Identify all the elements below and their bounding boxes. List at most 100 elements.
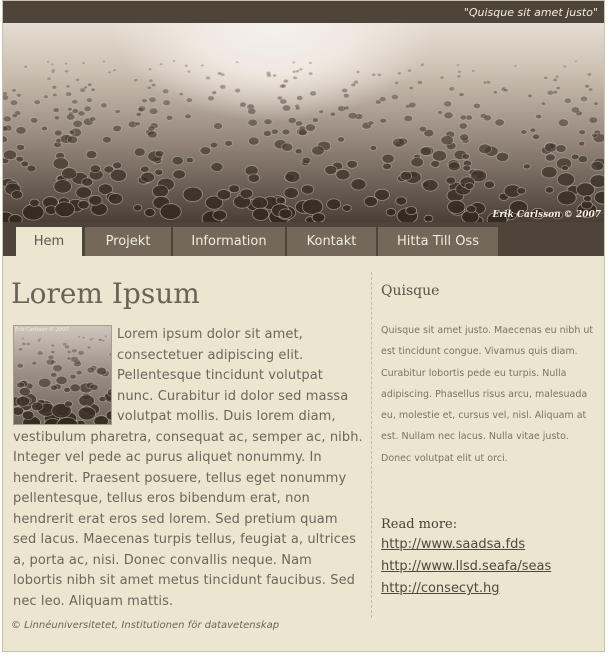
bubble	[342, 92, 350, 99]
bubble	[300, 184, 315, 195]
footer-copyright: © Linnéuniversitetet, Institutionen för …	[11, 620, 280, 631]
bubble	[33, 99, 41, 106]
bubble	[471, 69, 476, 73]
page-title: Lorem Ipsum	[11, 277, 200, 310]
bubble	[329, 111, 337, 117]
bubble	[447, 161, 461, 172]
sidebar-text: Quisque sit amet justo. Maecenas eu nibh…	[381, 325, 594, 464]
bubble	[443, 100, 453, 108]
bubble	[466, 204, 477, 213]
bubble	[341, 204, 352, 212]
tab-hem[interactable]: Hem	[16, 227, 82, 256]
bubble	[148, 78, 154, 83]
top-bar: "Quisque sit amet justo"	[3, 1, 604, 23]
bubble	[335, 168, 351, 181]
bubble	[341, 87, 349, 94]
bubble	[579, 95, 589, 103]
bubble	[3, 149, 17, 161]
bubble	[101, 60, 106, 64]
bubble	[577, 155, 589, 164]
bubble	[392, 137, 406, 148]
bubble	[161, 88, 170, 95]
bubble	[291, 60, 296, 65]
bubble	[326, 198, 342, 210]
bubble	[301, 198, 324, 215]
bubble	[529, 127, 537, 133]
bubble	[419, 146, 433, 156]
link-llsd[interactable]: http://www.llsd.seafa/seas	[381, 559, 551, 574]
bubble	[482, 114, 492, 122]
bubble	[83, 105, 92, 112]
bubble	[9, 99, 19, 106]
bubble	[15, 126, 27, 135]
bubble	[371, 72, 377, 77]
link-consecyt[interactable]: http://consecyt.hg	[381, 581, 500, 596]
bubble	[464, 182, 475, 190]
bubble	[89, 116, 97, 122]
bubble	[85, 150, 98, 160]
bubble	[399, 171, 413, 181]
bubble	[309, 90, 317, 97]
bubble	[144, 208, 156, 217]
bubble	[577, 141, 586, 147]
column-divider	[371, 272, 372, 618]
bubble	[247, 107, 257, 115]
bubble	[561, 165, 569, 172]
bubble	[102, 135, 112, 144]
bubble	[410, 156, 425, 168]
bubble	[171, 155, 184, 166]
bubble	[53, 129, 63, 137]
bubble	[296, 95, 304, 101]
tab-information[interactable]: Information	[173, 227, 285, 256]
bubble	[350, 82, 357, 88]
bubble	[343, 105, 350, 111]
bubble	[3, 125, 9, 132]
bubble	[591, 132, 598, 139]
bubble	[53, 179, 73, 194]
bubble	[112, 68, 117, 72]
link-saadsa[interactable]: http://www.saadsa.fds	[381, 537, 525, 552]
bubble	[541, 165, 558, 179]
bubble	[133, 204, 143, 212]
bubble	[311, 145, 325, 156]
bubble	[458, 122, 468, 130]
tab-kontakt[interactable]: Kontakt	[287, 227, 376, 256]
bubble	[408, 85, 414, 91]
bubble	[276, 95, 283, 101]
bubble	[531, 133, 541, 140]
bubble	[137, 106, 145, 113]
bubble	[77, 200, 90, 210]
bubble	[376, 73, 382, 77]
bubble	[347, 111, 358, 120]
bubble	[573, 59, 578, 63]
bubble	[485, 80, 492, 85]
bubble	[50, 62, 55, 67]
bubble	[239, 101, 247, 108]
bubble	[71, 99, 79, 105]
bubble	[51, 85, 58, 90]
bubble	[594, 190, 604, 205]
bubble	[133, 78, 139, 83]
bubble	[150, 82, 157, 88]
bubble	[71, 108, 80, 114]
bubble	[68, 129, 76, 135]
bubble	[284, 170, 301, 183]
bubble	[379, 117, 388, 124]
bubble	[447, 199, 466, 214]
tab-hitta-till-oss[interactable]: Hitta Till Oss	[378, 227, 498, 256]
bubble	[186, 69, 191, 74]
bubble	[75, 186, 92, 199]
bubble	[405, 206, 418, 216]
bubble	[494, 118, 505, 127]
bubble	[85, 97, 93, 103]
bubble	[367, 120, 375, 126]
tab-projekt[interactable]: Projekt	[85, 227, 171, 256]
bubble	[381, 153, 395, 164]
bubble	[457, 69, 462, 74]
bubble	[199, 146, 212, 155]
bubble	[151, 184, 169, 198]
bubble	[64, 91, 73, 97]
bubble	[431, 149, 448, 162]
bubble	[308, 61, 313, 65]
bubble	[462, 164, 472, 172]
